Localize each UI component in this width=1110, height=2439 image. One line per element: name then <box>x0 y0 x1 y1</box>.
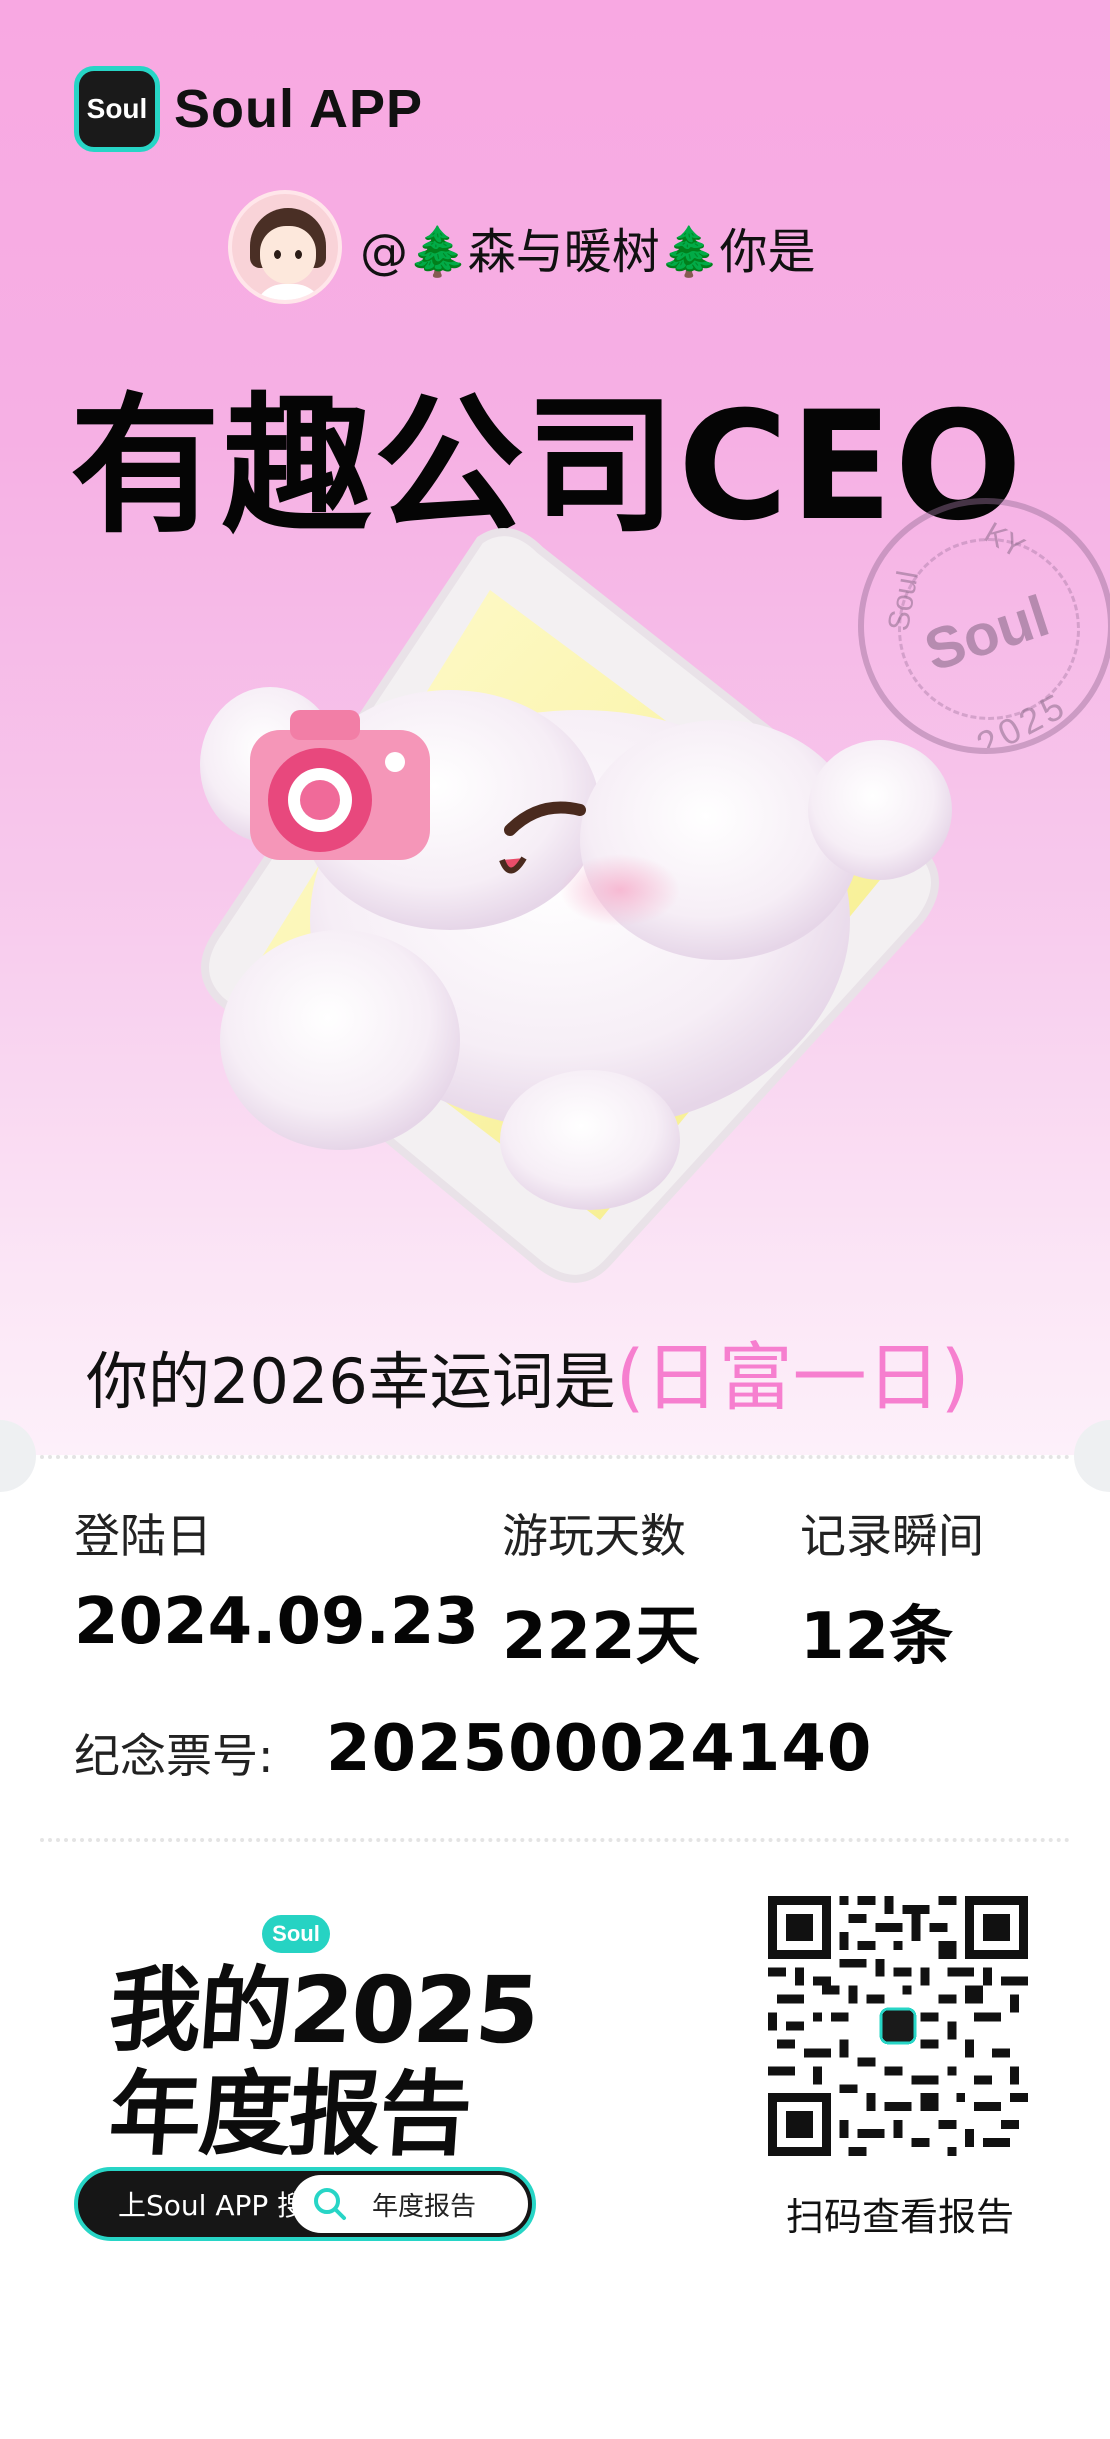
user-greeting: @🌲森与暖树🌲你是 <box>360 224 816 280</box>
soul-stamp: KY Soul Soul 2025 <box>858 498 1110 754</box>
search-term: 年度报告 <box>372 2191 477 2222</box>
qr-soul-logo-icon <box>879 2007 917 2045</box>
soul-logo-icon: Soul <box>74 66 160 152</box>
qr-code[interactable] <box>768 1896 1028 2156</box>
camera-icon <box>250 710 430 860</box>
lucky-prefix: 你的2026幸运词是 <box>86 1345 616 1418</box>
stat-value-login-date: 2024.09.23 <box>74 1585 479 1659</box>
lucky-word-line: 你的2026幸运词是(日富一日) <box>86 1318 970 1425</box>
search-hint-lead: 上Soul APP 搜 <box>118 2189 306 2222</box>
user-row: @🌲森与暖树🌲你是 <box>228 190 816 304</box>
search-box[interactable]: 年度报告 <box>292 2175 528 2233</box>
stat-value-play-days: 222天 <box>502 1600 700 1674</box>
stat-label-moments: 记录瞬间 <box>800 1509 984 1563</box>
report-title-line2: 年度报告 <box>105 2061 474 2168</box>
ticket-number: 202500024140 <box>326 1712 873 1786</box>
stat-label-login-date: 登陆日 <box>74 1509 212 1563</box>
search-icon <box>314 2188 346 2220</box>
brand-name: Soul APP <box>174 79 424 139</box>
stat-value-moments: 12条 <box>800 1600 954 1674</box>
perforation-bottom <box>40 1838 1070 1842</box>
avatar[interactable] <box>228 190 342 304</box>
lucky-word: (日富一日) <box>615 1335 970 1421</box>
ticket-number-label: 纪念票号: <box>74 1729 274 1783</box>
stat-label-play-days: 游玩天数 <box>502 1509 686 1563</box>
qr-caption: 扫码查看报告 <box>786 2195 1015 2239</box>
search-hint-pill[interactable]: 上Soul APP 搜 年度报告 <box>74 2167 536 2241</box>
brand-header: Soul Soul APP <box>74 66 423 152</box>
perforation-top <box>40 1455 1070 1459</box>
